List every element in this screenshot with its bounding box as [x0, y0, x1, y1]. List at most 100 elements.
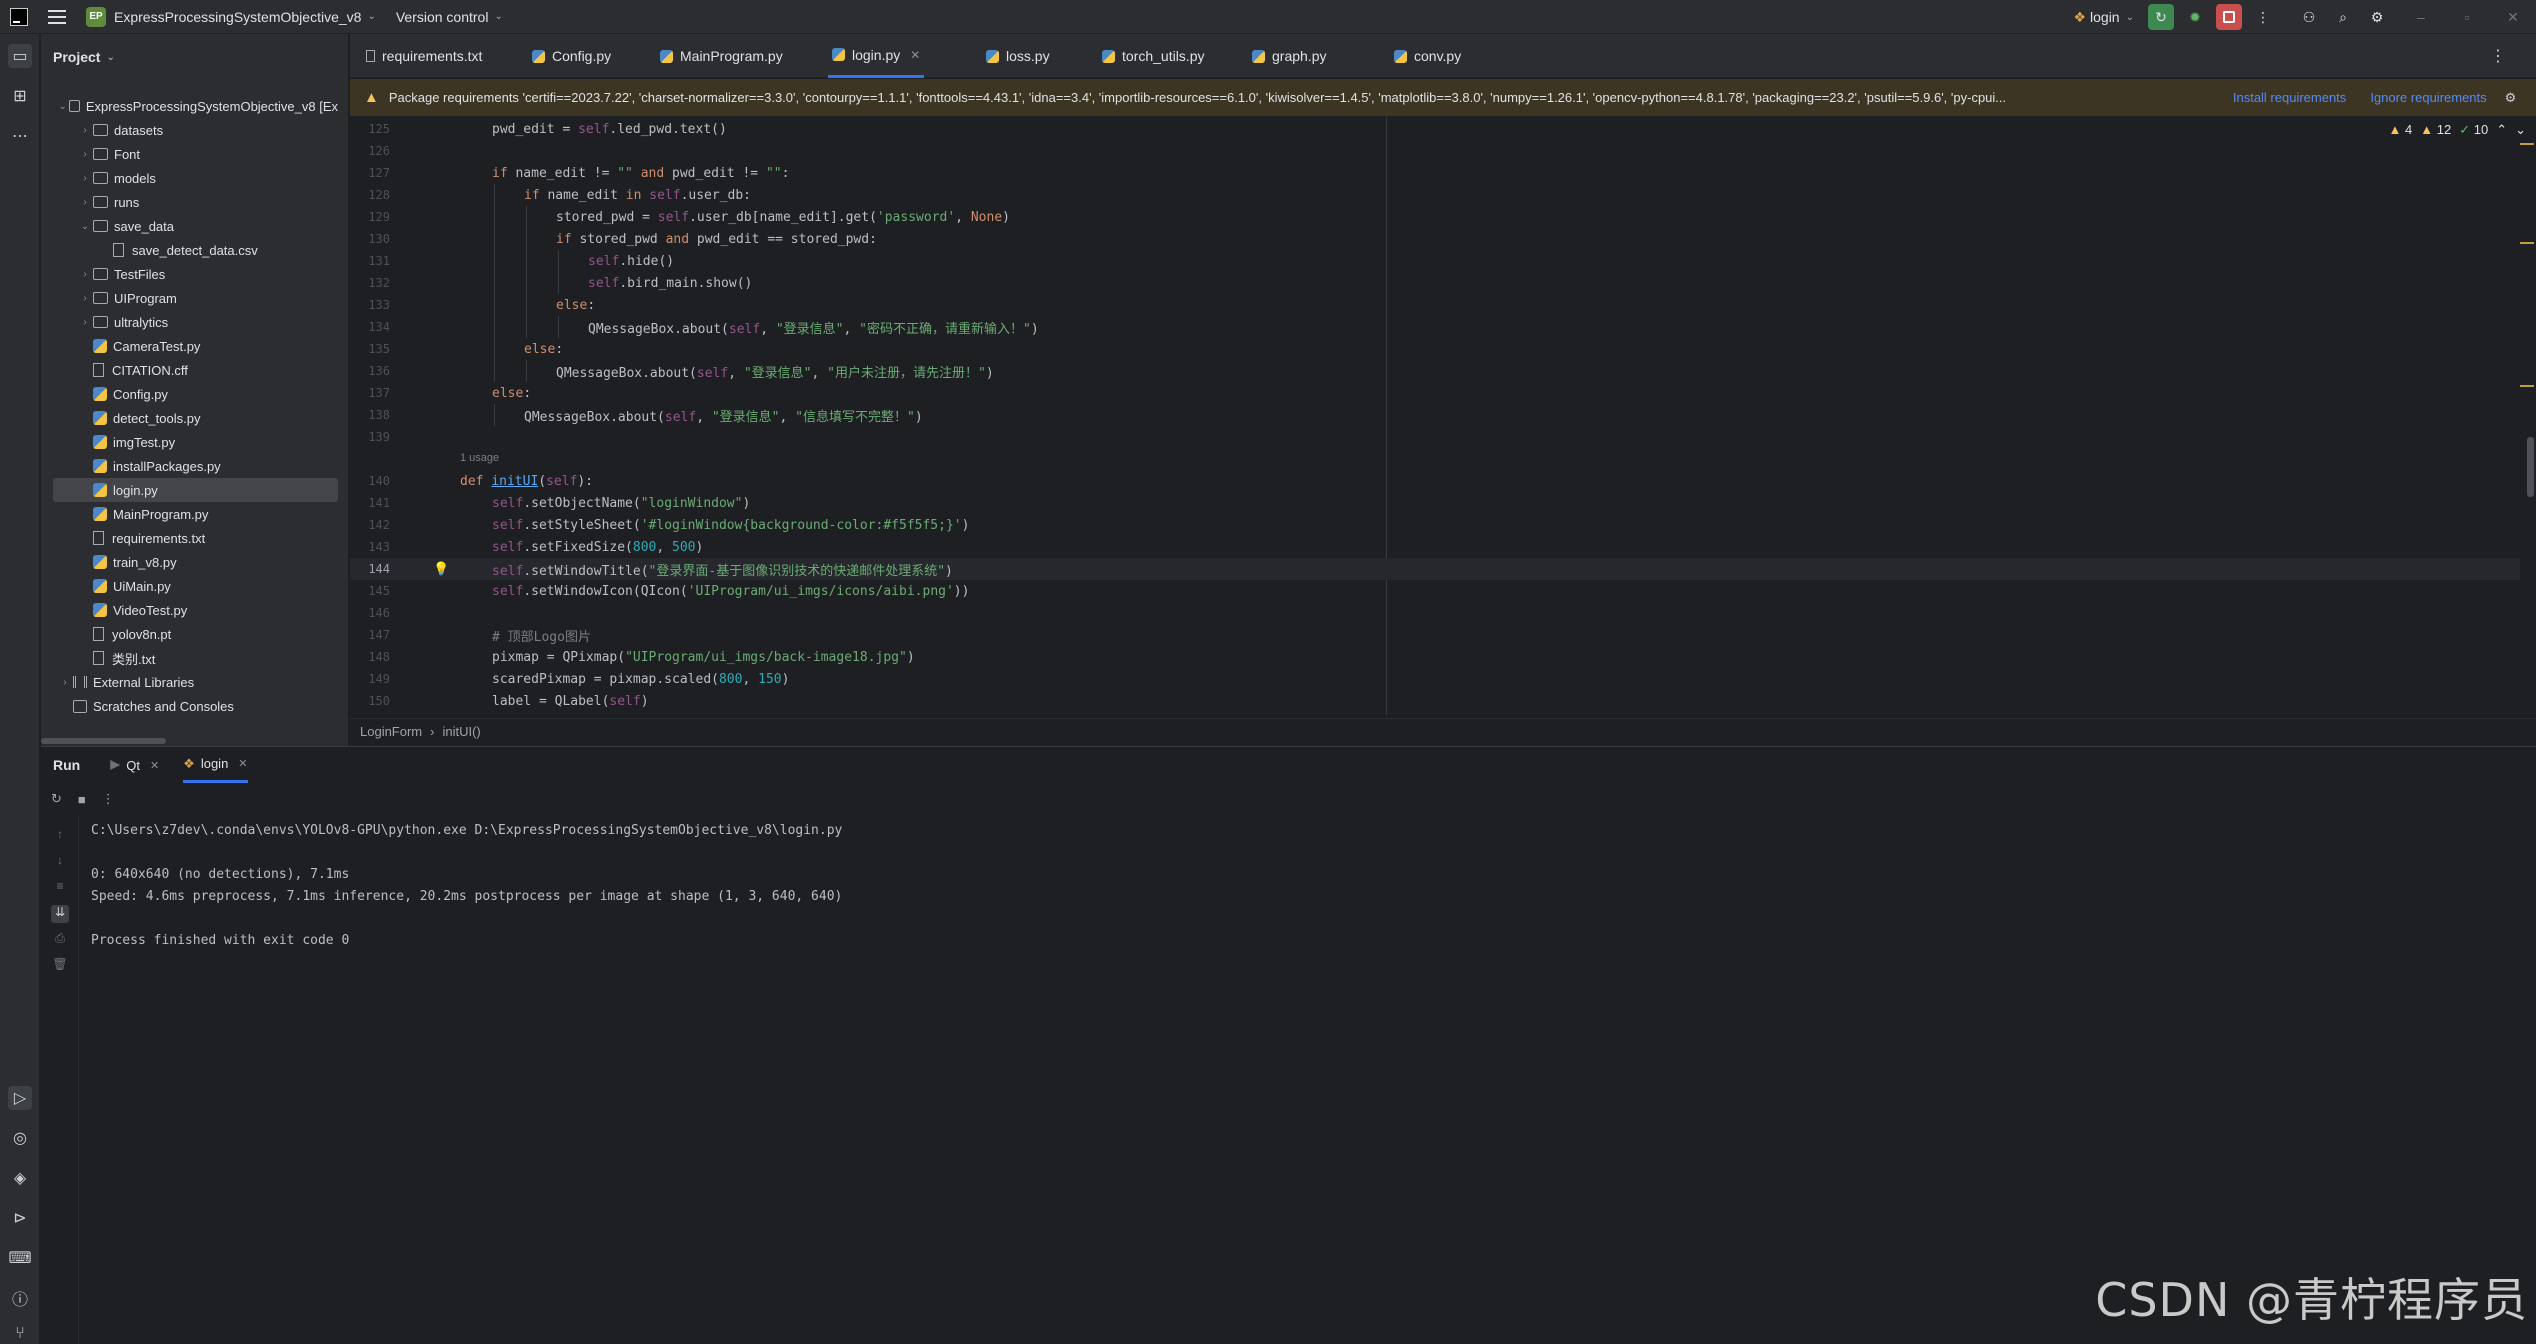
code-line[interactable]: 137 else:	[350, 382, 2520, 404]
tree-item[interactable]: › UIProgram	[53, 286, 338, 310]
code-line[interactable]: 148 pixmap = QPixmap("UIProgram/ui_imgs/b…	[350, 646, 2520, 668]
code-line[interactable]: 135 else:	[350, 338, 2520, 360]
code-line[interactable]: 136 QMessageBox.about(self, "登录信息", "用户未注…	[350, 360, 2520, 382]
maximize-button[interactable]: ▫	[2444, 9, 2490, 25]
install-requirements-link[interactable]: Install requirements	[2233, 90, 2346, 105]
tree-item[interactable]: yolov8n.pt	[53, 622, 338, 646]
tab-mainprogram-py[interactable]: MainProgram.py	[656, 34, 787, 78]
code-line[interactable]: 139	[350, 426, 2520, 448]
tab-conv-py[interactable]: conv.py	[1390, 34, 1465, 78]
horizontal-scrollbar[interactable]	[41, 738, 166, 744]
arrow-down-icon[interactable]: ↓	[51, 853, 69, 871]
more-actions-button[interactable]: ⋮	[2250, 4, 2276, 30]
tree-item[interactable]: requirements.txt	[53, 526, 338, 550]
soft-wrap-icon[interactable]: ≡	[51, 879, 69, 897]
run-tab-login[interactable]: ❖ login ✕	[183, 747, 248, 783]
tree-item[interactable]: › datasets	[53, 118, 338, 142]
tree-item[interactable]: train_v8.py	[53, 550, 338, 574]
breadcrumb-method[interactable]: initUI()	[442, 724, 480, 739]
chevron-right-icon[interactable]: ›	[77, 125, 93, 136]
chevron-right-icon[interactable]: ›	[77, 173, 93, 184]
run-tab-qt[interactable]: Qt ✕	[110, 747, 159, 783]
chevron-down-icon[interactable]: ⌄	[2515, 122, 2526, 138]
close-window-button[interactable]: ✕	[2490, 9, 2536, 26]
chevron-down-icon[interactable]: ⌄	[57, 101, 69, 112]
version-control-menu[interactable]: Version control ⌄	[396, 9, 503, 25]
tree-item[interactable]: ⌄ ExpressProcessingSystemObjective_v8 [Ex	[53, 94, 338, 118]
tab-requirements-txt[interactable]: requirements.txt	[362, 34, 486, 78]
code-line[interactable]: 131 self.hide()	[350, 250, 2520, 272]
tab-loss-py[interactable]: loss.py	[982, 34, 1054, 78]
more-vertical-icon[interactable]: ⋮	[2490, 46, 2506, 66]
error-stripe-mark[interactable]	[2520, 385, 2534, 387]
code-line[interactable]: 126	[350, 140, 2520, 162]
tree-item[interactable]: CameraTest.py	[53, 334, 338, 358]
code-line[interactable]: 141 self.setObjectName("loginWindow")	[350, 492, 2520, 514]
run-tool-icon[interactable]: ▷	[8, 1086, 32, 1110]
project-folder-icon[interactable]: ▭	[8, 44, 32, 68]
tree-item[interactable]: CITATION.cff	[53, 358, 338, 382]
tree-item[interactable]: › runs	[53, 190, 338, 214]
chevron-right-icon[interactable]: ›	[77, 149, 93, 160]
code-line[interactable]: 149 scaredPixmap = pixmap.scaled(800, 150…	[350, 668, 2520, 690]
code-line[interactable]: 144 self.setWindowTitle("登录界面-基于图像识别技术的快递…	[350, 558, 2520, 580]
tree-item[interactable]: MainProgram.py	[53, 502, 338, 526]
tree-item[interactable]: login.py	[53, 478, 338, 502]
tab-config-py[interactable]: Config.py	[528, 34, 615, 78]
chevron-right-icon[interactable]: ›	[77, 269, 93, 280]
tab-torch-utils-py[interactable]: torch_utils.py	[1098, 34, 1208, 78]
project-switcher[interactable]: EP ExpressProcessingSystemObjective_v8 ⌄	[86, 6, 376, 27]
scroll-to-end-icon[interactable]: ⇊	[51, 905, 69, 923]
chevron-right-icon[interactable]: ›	[77, 197, 93, 208]
tree-item[interactable]: imgTest.py	[53, 430, 338, 454]
tree-item[interactable]: installPackages.py	[53, 454, 338, 478]
tree-item[interactable]: ⌄ save_data	[53, 214, 338, 238]
chevron-right-icon[interactable]: ›	[77, 293, 93, 304]
search-button[interactable]: ⌕	[2330, 4, 2356, 30]
layers-icon[interactable]: ◈	[8, 1166, 32, 1190]
console-output[interactable]: C:\Users\z7dev\.conda\envs\YOLOv8-GPU\py…	[91, 819, 842, 951]
breadcrumb-class[interactable]: LoginForm	[360, 724, 422, 739]
chevron-down-icon[interactable]: ⌄	[77, 221, 93, 232]
code-line[interactable]: 133 else:	[350, 294, 2520, 316]
tab-login-py[interactable]: login.py ✕	[828, 34, 925, 78]
code-line[interactable]: 127 if name_edit != "" and pwd_edit != ""…	[350, 162, 2520, 184]
code-line[interactable]: 140 def initUI(self):	[350, 470, 2520, 492]
close-icon[interactable]: ✕	[238, 757, 247, 770]
tree-item[interactable]: › External Libraries	[53, 670, 338, 694]
code-line[interactable]: 145 self.setWindowIcon(QIcon('UIProgram/u…	[350, 580, 2520, 602]
tree-item[interactable]: Scratches and Consoles	[53, 694, 338, 718]
code-line[interactable]: 150 label = QLabel(self)	[350, 690, 2520, 712]
services-icon[interactable]: ⊳	[8, 1206, 32, 1230]
minimize-button[interactable]: –	[2398, 9, 2444, 25]
code-line[interactable]: 143 self.setFixedSize(800, 500)	[350, 536, 2520, 558]
code-line[interactable]: 130 if stored_pwd and pwd_edit == stored_…	[350, 228, 2520, 250]
code-line[interactable]: 125 pwd_edit = self.led_pwd.text()	[350, 118, 2520, 140]
project-panel-header[interactable]: Project ⌄	[41, 34, 348, 80]
close-icon[interactable]: ✕	[910, 48, 920, 62]
code-line[interactable]: 147 # 顶部Logo图片	[350, 624, 2520, 646]
code-line[interactable]: 134 QMessageBox.about(self, "登录信息", "密码不正…	[350, 316, 2520, 338]
rerun-icon[interactable]: ↻	[51, 791, 62, 807]
code-line[interactable]: 138 QMessageBox.about(self, "登录信息", "信息填写…	[350, 404, 2520, 426]
vertical-scrollbar[interactable]	[2527, 437, 2534, 497]
code-line[interactable]: 146	[350, 602, 2520, 624]
tree-item[interactable]: detect_tools.py	[53, 406, 338, 430]
chevron-right-icon[interactable]: ›	[57, 677, 73, 688]
chevron-up-icon[interactable]: ⌃	[2496, 122, 2507, 138]
code-line[interactable]: 129 stored_pwd = self.user_db[name_edit].…	[350, 206, 2520, 228]
tree-item[interactable]: UiMain.py	[53, 574, 338, 598]
terminal-icon[interactable]: ⌨	[8, 1246, 32, 1270]
gear-icon[interactable]: ⚙	[2505, 90, 2517, 106]
tree-item[interactable]: save_detect_data.csv	[53, 238, 338, 262]
tree-item[interactable]: › ultralytics	[53, 310, 338, 334]
tree-item[interactable]: › Font	[53, 142, 338, 166]
tree-item[interactable]: 类别.txt	[53, 646, 338, 670]
lightbulb-icon[interactable]: 💡	[433, 562, 449, 577]
run-config-selector[interactable]: ❖ login ⌄	[2073, 9, 2134, 26]
python-packages-icon[interactable]: ◎	[8, 1126, 32, 1150]
error-stripe-mark[interactable]	[2520, 242, 2534, 244]
stop-icon[interactable]: ■	[78, 792, 86, 807]
tree-item[interactable]: › TestFiles	[53, 262, 338, 286]
close-icon[interactable]: ✕	[150, 759, 159, 772]
